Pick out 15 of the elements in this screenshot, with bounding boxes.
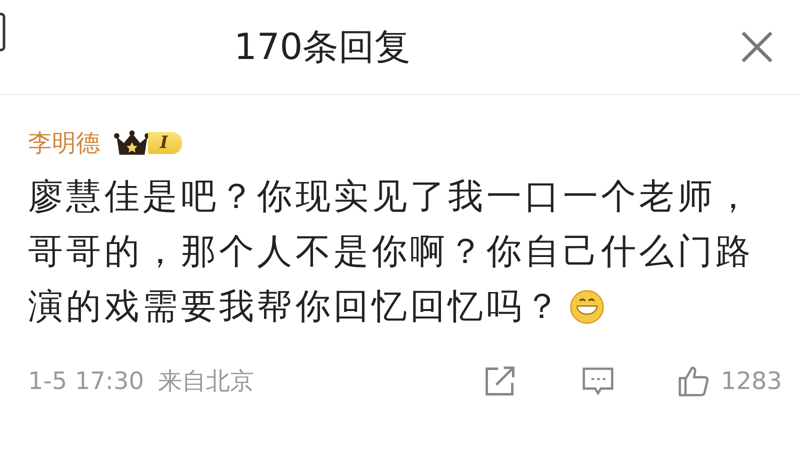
comment-text-line: 哥哥的，那个人不是你啊？你自己什么门路: [28, 230, 754, 274]
crown-icon: [114, 129, 150, 157]
comment-text-line: 廖慧佳是吧？你现实见了我一口一个老师，: [28, 176, 754, 218]
like-count: 1283: [720, 367, 782, 395]
comment-time: 1-5 17:30: [28, 367, 144, 395]
grin-emoji-icon: [568, 288, 605, 324]
reply-count-title: 170条回复: [234, 26, 411, 70]
share-icon[interactable]: [482, 364, 517, 398]
author-name[interactable]: 李明德: [28, 127, 100, 159]
comment-location: 来自北京: [158, 366, 254, 397]
close-icon[interactable]: [740, 30, 774, 64]
back-edge-icon[interactable]: [0, 12, 6, 52]
thumbs-up-icon[interactable]: [676, 364, 711, 398]
level-badge: I: [148, 132, 182, 154]
comment-text-line: 演的戏需要我帮你回忆回忆吗？: [28, 286, 563, 328]
